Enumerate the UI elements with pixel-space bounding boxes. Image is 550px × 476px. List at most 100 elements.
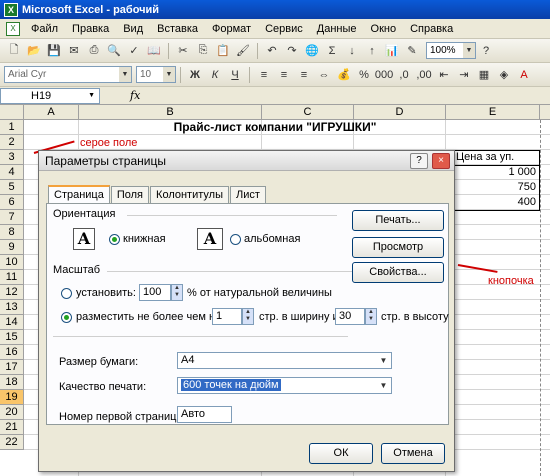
portrait-radio[interactable]	[109, 234, 120, 245]
workbook-icon[interactable]: X	[6, 21, 20, 36]
row-header[interactable]: 12	[0, 285, 24, 300]
increase-decimal-icon[interactable]: ,0	[395, 66, 413, 84]
percent-icon[interactable]: %	[355, 66, 373, 84]
fx-icon[interactable]: fx	[130, 89, 140, 102]
merge-center-icon[interactable]: ⇔	[315, 66, 333, 84]
align-center-icon[interactable]: ≡	[275, 66, 293, 84]
menu-window[interactable]: Окно	[364, 23, 404, 35]
row-header[interactable]: 22	[0, 435, 24, 450]
fit-to-radio[interactable]	[61, 312, 72, 323]
row-header[interactable]: 19	[0, 390, 24, 405]
spelling-icon[interactable]: ✓	[125, 42, 143, 60]
font-combo[interactable]: Arial Cyr ▼	[4, 66, 132, 83]
set-scale-radio[interactable]	[61, 288, 72, 299]
print-quality-select[interactable]: 600 точек на дюйм ▼	[177, 377, 392, 394]
column-header[interactable]: E	[446, 105, 540, 120]
row-header[interactable]: 14	[0, 315, 24, 330]
first-page-input[interactable]: Авто	[177, 406, 232, 423]
italic-icon[interactable]: К	[206, 66, 224, 84]
redo-icon[interactable]: ↷	[283, 42, 301, 60]
permission-icon[interactable]: ✉	[65, 42, 83, 60]
select-all-corner[interactable]	[0, 105, 24, 120]
fill-color-icon[interactable]: ◈	[495, 66, 513, 84]
menu-format[interactable]: Формат	[205, 23, 258, 35]
fit-width-spinner[interactable]: ▲ ▼	[242, 308, 254, 325]
drawing-icon[interactable]: ✎	[403, 42, 421, 60]
help-icon[interactable]: ?	[477, 42, 495, 60]
open-icon[interactable]: 📂	[25, 42, 43, 60]
set-scale-label[interactable]: установить:	[76, 287, 136, 299]
autosum-icon[interactable]: Σ	[323, 42, 341, 60]
properties-button[interactable]: Свойства...	[352, 262, 444, 283]
underline-icon[interactable]: Ч	[226, 66, 244, 84]
price-cell[interactable]: 1 000	[446, 166, 536, 178]
copy-icon[interactable]: ⎘	[194, 42, 212, 60]
new-icon[interactable]: 🗋	[5, 42, 23, 60]
tab-header-footer[interactable]: Колонтитулы	[150, 186, 229, 203]
menu-view[interactable]: Вид	[116, 23, 150, 35]
font-size-combo[interactable]: 10 ▼	[136, 66, 176, 83]
fit-width-input[interactable]: 1	[212, 308, 242, 325]
row-header[interactable]: 10	[0, 255, 24, 270]
fit-height-spinner[interactable]: ▲ ▼	[365, 308, 377, 325]
print-button[interactable]: Печать...	[352, 210, 444, 231]
row-header[interactable]: 11	[0, 270, 24, 285]
column-header-f[interactable]	[540, 105, 550, 120]
borders-icon[interactable]: ▦	[475, 66, 493, 84]
undo-icon[interactable]: ↶	[263, 42, 281, 60]
scale-input[interactable]: 100	[139, 284, 171, 301]
menu-data[interactable]: Данные	[310, 23, 364, 35]
column-header[interactable]: C	[262, 105, 354, 120]
row-header[interactable]: 1	[0, 120, 24, 135]
bold-icon[interactable]: Ж	[186, 66, 204, 84]
row-header[interactable]: 8	[0, 225, 24, 240]
research-icon[interactable]: 📖	[145, 42, 163, 60]
menu-tools[interactable]: Сервис	[258, 23, 310, 35]
row-header[interactable]: 15	[0, 330, 24, 345]
chart-wizard-icon[interactable]: 📊	[383, 42, 401, 60]
fit-to-label[interactable]: разместить не более чем на:	[76, 311, 224, 323]
print-icon[interactable]: ⎙	[85, 42, 103, 60]
tab-margins[interactable]: Поля	[110, 186, 150, 203]
column-header[interactable]: B	[79, 105, 262, 120]
preview-icon[interactable]: 🔍	[105, 42, 123, 60]
column-header[interactable]: A	[24, 105, 79, 120]
save-icon[interactable]: 💾	[45, 42, 63, 60]
help-button[interactable]: ?	[410, 153, 428, 169]
menu-edit[interactable]: Правка	[65, 23, 116, 35]
hyperlink-icon[interactable]: 🌐	[303, 42, 321, 60]
landscape-label[interactable]: альбомная	[244, 233, 300, 245]
price-header-cell[interactable]: Цена за уп.	[456, 151, 514, 163]
increase-indent-icon[interactable]: ⇥	[455, 66, 473, 84]
row-header[interactable]: 9	[0, 240, 24, 255]
zoom-combo[interactable]: 100% ▼	[426, 42, 476, 59]
paste-icon[interactable]: 📋	[214, 42, 232, 60]
cancel-button[interactable]: Отмена	[381, 443, 445, 464]
menu-help[interactable]: Справка	[403, 23, 460, 35]
column-header[interactable]: D	[354, 105, 446, 120]
close-button[interactable]: ×	[432, 153, 450, 169]
tab-sheet[interactable]: Лист	[229, 186, 266, 203]
format-painter-icon[interactable]: 🖌	[234, 42, 252, 60]
row-header[interactable]: 17	[0, 360, 24, 375]
row-header[interactable]: 21	[0, 420, 24, 435]
menu-insert[interactable]: Вставка	[150, 23, 205, 35]
price-cell[interactable]: 400	[446, 196, 536, 208]
align-left-icon[interactable]: ≡	[255, 66, 273, 84]
row-header[interactable]: 13	[0, 300, 24, 315]
ok-button[interactable]: ОК	[309, 443, 373, 464]
paper-size-select[interactable]: A4 ▼	[177, 352, 392, 369]
row-header[interactable]: 18	[0, 375, 24, 390]
row-header[interactable]: 7	[0, 210, 24, 225]
portrait-label[interactable]: книжная	[123, 233, 166, 245]
preview-button[interactable]: Просмотр	[352, 237, 444, 258]
decrease-indent-icon[interactable]: ⇤	[435, 66, 453, 84]
font-color-icon[interactable]: A	[515, 66, 533, 84]
row-header[interactable]: 20	[0, 405, 24, 420]
name-box[interactable]: H19 ▼	[0, 87, 100, 104]
scale-spinner[interactable]: ▲ ▼	[171, 284, 183, 301]
landscape-radio[interactable]	[230, 234, 241, 245]
row-header[interactable]: 6	[0, 195, 24, 210]
row-header[interactable]: 4	[0, 165, 24, 180]
tab-page[interactable]: Страница	[48, 185, 110, 204]
